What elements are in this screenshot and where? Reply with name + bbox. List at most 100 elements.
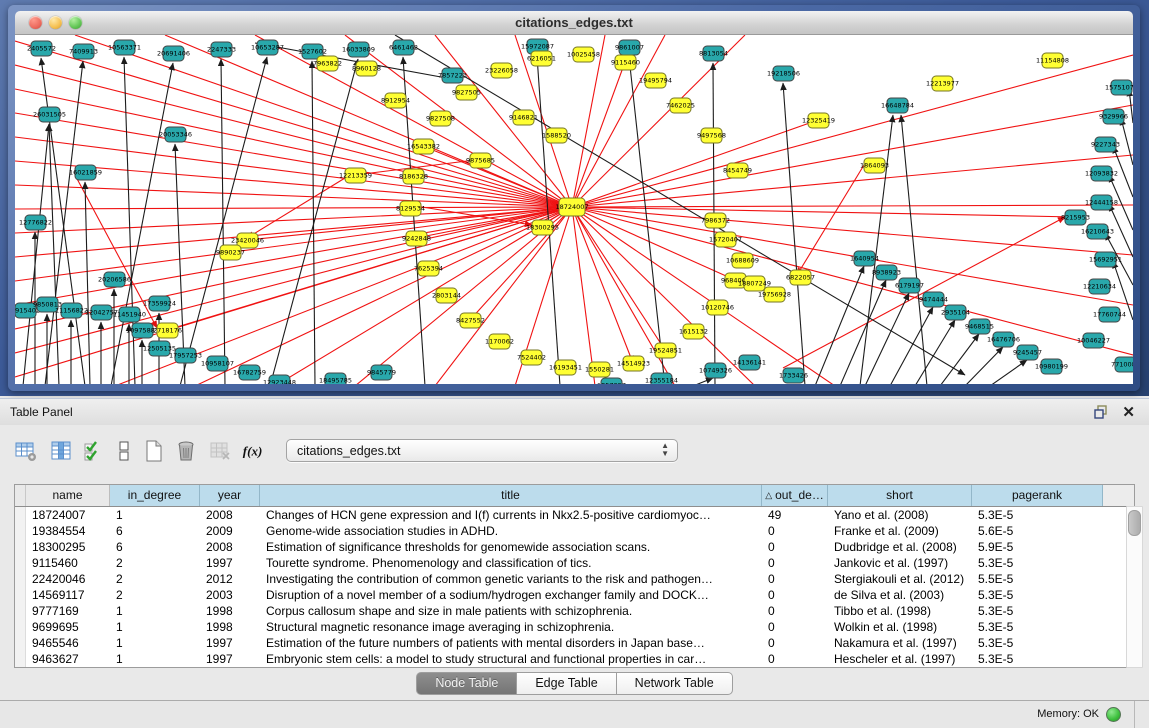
graph-node-label: 12776822	[19, 219, 52, 227]
table-row[interactable]: 946362711997Embryonic stem cells: a mode…	[15, 651, 1134, 667]
tab-network-table[interactable]: Network Table	[617, 672, 733, 695]
row-boxes-icon[interactable]	[110, 437, 138, 465]
table-header-row: namein_degreeyeartitle△out_de…shortpager…	[15, 485, 1134, 507]
citation-edge-black	[180, 57, 267, 384]
column-header-out_de[interactable]: △out_de…	[762, 485, 828, 506]
graph-node-label: 8427552	[456, 317, 485, 325]
cell-out_de: 0	[762, 571, 828, 587]
memory-ok-led-icon[interactable]	[1106, 707, 1121, 722]
column-header-title[interactable]: title	[260, 485, 762, 506]
table-vertical-scrollbar[interactable]	[1126, 506, 1143, 668]
cell-in_degree: 6	[110, 539, 200, 555]
column-header-year[interactable]: year	[200, 485, 260, 506]
graph-node-label: 20206586	[98, 276, 131, 284]
tab-edge-table[interactable]: Edge Table	[517, 672, 616, 695]
graph-node-label: 1527602	[298, 48, 327, 56]
table-source-select[interactable]: citations_edges.txt ▲▼	[286, 439, 678, 462]
new-file-icon[interactable]	[140, 437, 168, 465]
tab-node-table[interactable]: Node Table	[416, 672, 517, 695]
cell-name: 9463627	[26, 651, 110, 667]
network-window-titlebar[interactable]: citations_edges.txt	[15, 11, 1133, 35]
cell-in_degree: 2	[110, 555, 200, 571]
table-row[interactable]: 946554611997Estimation of the future num…	[15, 635, 1134, 651]
cell-pagerank: 5.3E-5	[972, 587, 1103, 603]
cell-year: 2012	[200, 571, 260, 587]
cell-out_de: 0	[762, 587, 828, 603]
column-header-pagerank[interactable]: pagerank	[972, 485, 1103, 506]
cell-year: 1998	[200, 619, 260, 635]
cell-out_de: 0	[762, 523, 828, 539]
graph-node-label: 2247333	[207, 46, 236, 54]
graph-node-label: 15692951	[1089, 256, 1122, 264]
graph-node-label: 9329966	[1099, 113, 1128, 121]
table-settings-icon[interactable]	[12, 437, 40, 465]
graph-node-label: 15720407	[709, 236, 742, 244]
graph-node-label: 1170062	[485, 338, 514, 346]
graph-node-label: 9242848	[402, 235, 431, 243]
table-row[interactable]: 1456911722003Disruption of a novel membe…	[15, 587, 1134, 603]
graph-node-label: 19756928	[758, 291, 791, 299]
function-builder-icon[interactable]: f(x)	[240, 437, 268, 465]
float-panel-icon[interactable]	[1093, 404, 1109, 420]
cell-out_de: 0	[762, 603, 828, 619]
graph-node-label: 10046227	[1077, 337, 1110, 345]
delete-table-icon[interactable]	[206, 437, 234, 465]
close-panel-icon[interactable]: ✕	[1122, 403, 1135, 421]
svg-text:f(x): f(x)	[243, 444, 263, 459]
table-row[interactable]: 977716911998Corpus callosum shape and si…	[15, 603, 1134, 619]
cell-pagerank: 5.9E-5	[972, 539, 1103, 555]
network-canvas-svg[interactable]: 2405572740991310563371206914062247333106…	[15, 35, 1133, 384]
graph-node-label: 1588520	[542, 132, 571, 140]
graph-node-label: 8813054	[699, 50, 728, 58]
graph-node-label: 7524402	[517, 354, 546, 362]
header-gutter	[15, 485, 26, 506]
graph-node-label: 9474444	[919, 296, 948, 304]
citation-edge-red	[572, 207, 835, 384]
row-gutter	[15, 603, 26, 619]
citation-edge-red	[15, 207, 572, 209]
table-body: 1872400712008Changes of HCN gene express…	[15, 507, 1134, 667]
table-toolbar: f(x) citations_edges.txt ▲▼	[0, 433, 1149, 471]
graph-node-label: 26031505	[33, 111, 66, 119]
cell-pagerank: 5.3E-5	[972, 651, 1103, 667]
graph-node-label: 12923448	[263, 379, 296, 384]
graph-node-label: 16543382	[407, 143, 440, 151]
table-row[interactable]: 2242004622012Investigating the contribut…	[15, 571, 1134, 587]
table-row[interactable]: 1872400712008Changes of HCN gene express…	[15, 507, 1134, 523]
graph-node-label: 9146821	[509, 114, 538, 122]
network-canvas[interactable]: 2405572740991310563371206914062247333106…	[15, 35, 1133, 384]
graph-node-label: 15751074	[1105, 84, 1133, 92]
cell-name: 18300295	[26, 539, 110, 555]
column-header-short[interactable]: short	[828, 485, 972, 506]
table-row[interactable]: 911546021997Tourette syndrome. Phenomeno…	[15, 555, 1134, 571]
cell-pagerank: 5.3E-5	[972, 635, 1103, 651]
graph-node-label: 6822057	[786, 274, 815, 282]
graph-node-label: 12444158	[1085, 199, 1118, 207]
row-gutter	[15, 539, 26, 555]
scrollbar-thumb[interactable]	[1128, 510, 1141, 536]
citation-edge-black	[85, 182, 90, 384]
row-gutter	[15, 507, 26, 523]
cell-in_degree: 1	[110, 619, 200, 635]
graph-node-label: 12213359	[339, 172, 372, 180]
table-row[interactable]: 969969511998Structural magnetic resonanc…	[15, 619, 1134, 635]
table-panel-header: Table Panel ✕	[0, 398, 1149, 426]
citation-edge-red	[572, 207, 665, 350]
column-checks-icon[interactable]	[80, 437, 108, 465]
column-header-name[interactable]: name	[26, 485, 110, 506]
graph-node-label: 9227343	[1091, 141, 1120, 149]
table-columns-icon[interactable]	[47, 437, 75, 465]
window-title: citations_edges.txt	[15, 15, 1133, 30]
citation-edge-red	[15, 65, 572, 207]
cell-out_de: 0	[762, 651, 828, 667]
cell-short: Hescheler et al. (1997)	[828, 651, 972, 667]
table-row[interactable]: 1830029562008Estimation of significance …	[15, 539, 1134, 555]
graph-node-label: 19218506	[767, 70, 800, 78]
table-row[interactable]: 1938455462009Genome-wide association stu…	[15, 523, 1134, 539]
graph-node-label: 9890237	[216, 249, 245, 257]
citation-edge-black	[865, 293, 909, 384]
cell-pagerank: 5.3E-5	[972, 603, 1103, 619]
column-header-in_degree[interactable]: in_degree	[110, 485, 200, 506]
cell-name: 14569117	[26, 587, 110, 603]
trash-icon[interactable]	[172, 437, 200, 465]
